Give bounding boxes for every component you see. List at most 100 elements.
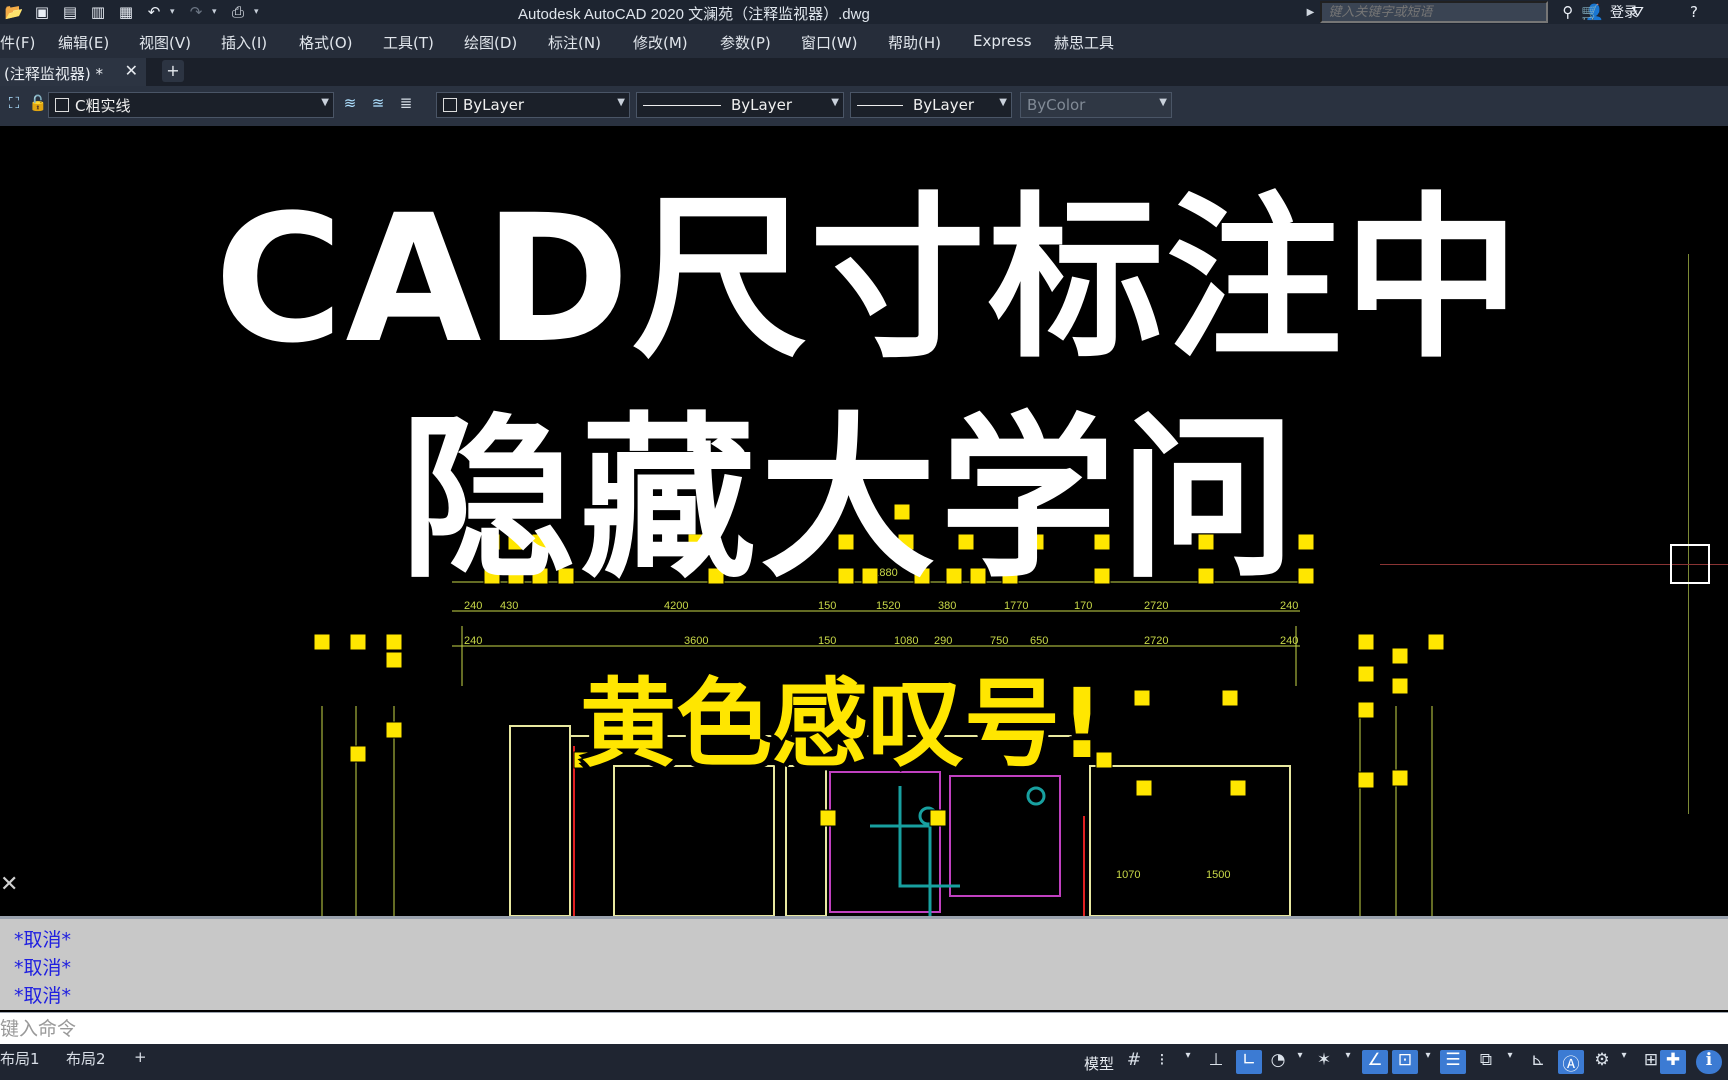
document-tab[interactable]: (注释监视器) * ✕ [0, 58, 146, 86]
command-history: *取消* *取消* *取消* [0, 916, 1728, 1010]
cursor-pickbox [1670, 544, 1710, 584]
layer-name: C粗实线 [75, 96, 131, 115]
ucs-icon[interactable]: ⊾ [1526, 1050, 1550, 1074]
svg-text:240: 240 [464, 635, 482, 647]
drawing-canvas[interactable]: 11880 240 430 4200 150 1520 380 1770 170… [0, 126, 1728, 916]
command-input[interactable] [0, 1016, 1728, 1042]
menu-insert[interactable]: 插入(I) [221, 32, 267, 53]
menu-dimension[interactable]: 标注(N) [548, 32, 601, 53]
color-value: ByLayer [463, 96, 524, 114]
menu-help[interactable]: 帮助(H) [888, 32, 941, 53]
object-snap-icon[interactable]: ⊡ [1392, 1050, 1418, 1074]
layers-properties-toolbar: ⛶ 🔓 C粗实线 ▼ ≋ ≊ ≣ ByLayer ▼ ByLayer ▼ ByL… [0, 86, 1728, 126]
chevron-down-icon: ▼ [1159, 97, 1167, 108]
clean-screen-icon[interactable]: ✚ [1660, 1050, 1686, 1074]
linetype-preview [643, 104, 721, 106]
menu-tools[interactable]: 工具(T) [383, 32, 434, 53]
plotstyle-dropdown: ByColor ▼ [1020, 92, 1172, 118]
info-icon[interactable]: ℹ [1696, 1050, 1722, 1074]
open-icon[interactable]: 📂 [2, 1, 26, 23]
layer-state-icon[interactable]: ⛶ [2, 94, 26, 118]
menu-window[interactable]: 窗口(W) [801, 32, 858, 53]
chevron-down-icon: ▼ [999, 97, 1007, 108]
layout-tab-2[interactable]: 布局2 [66, 1048, 106, 1069]
title-bar: 📂 ▣ ▤ ▥ ▦ ↶ ▾ ↷ ▾ ⎙ ▾ Autodesk AutoCAD 2… [0, 0, 1728, 24]
chevron-down-icon[interactable]: ▾ [1342, 1050, 1354, 1074]
close-icon[interactable]: ✕ [125, 61, 138, 80]
layer-match-icon[interactable]: ≊ [366, 94, 390, 118]
grid-icon[interactable]: # [1122, 1050, 1146, 1074]
svg-text:1500: 1500 [1206, 869, 1230, 881]
document-tab-bar: (注释监视器) * ✕ + [0, 58, 1728, 86]
title-right-tools: ▶ ⚲ 👤 登录 🛒 ⛛ ? [1307, 0, 1728, 24]
color-swatch [443, 98, 457, 112]
crosshair-vertical [1688, 254, 1689, 814]
chevron-down-icon: ▼ [321, 97, 329, 108]
overlay-title-line-2: 隐藏大学问 [399, 397, 1300, 602]
chevron-down-icon[interactable]: ▾ [1504, 1050, 1516, 1074]
command-history-line: *取消* [14, 957, 72, 979]
redo-icon[interactable]: ↷ [184, 1, 208, 23]
overlay-title-line-1: CAD尺寸标注中 [214, 177, 1522, 382]
gear-icon[interactable]: ⚙ [1590, 1050, 1614, 1074]
linetype-value: ByLayer [731, 96, 792, 114]
new-tab-button[interactable]: + [162, 60, 184, 82]
menu-format[interactable]: 格式(O) [299, 32, 353, 53]
menu-draw[interactable]: 绘图(D) [464, 32, 517, 53]
plotstyle-value: ByColor [1027, 96, 1086, 114]
layer-color-swatch [55, 98, 69, 112]
undo-icon[interactable]: ↶ [142, 1, 166, 23]
chevron-down-icon[interactable]: ▾ [1618, 1050, 1630, 1074]
layer-previous-icon[interactable]: ≣ [394, 94, 418, 118]
menu-express[interactable]: Express [973, 32, 1032, 50]
object-snap-tracking-icon[interactable]: ∠ [1362, 1050, 1388, 1074]
publish-icon[interactable]: ▦ [114, 1, 138, 23]
binoculars-icon[interactable]: ⚲ [1562, 3, 1573, 21]
transparency-icon[interactable]: ⧉ [1474, 1050, 1498, 1074]
menu-hesi-tools[interactable]: 赫思工具 [1054, 32, 1114, 53]
search-input[interactable] [1320, 1, 1549, 23]
chevron-down-icon[interactable]: ▾ [1294, 1050, 1306, 1074]
lock-icon[interactable]: 🔓 [26, 94, 50, 118]
menu-modify[interactable]: 修改(M) [633, 32, 688, 53]
a360-icon[interactable]: ⛛ [1631, 3, 1644, 21]
svg-text:2720: 2720 [1144, 635, 1168, 647]
lineweight-value: ByLayer [913, 96, 974, 114]
menu-parametric[interactable]: 参数(P) [720, 32, 771, 53]
add-layout-button[interactable]: + [134, 1048, 147, 1066]
saveas-icon[interactable]: ▤ [58, 1, 82, 23]
help-icon[interactable]: ? [1690, 3, 1698, 21]
document-tab-label: (注释监视器) * [4, 65, 103, 83]
close-command-line-icon[interactable]: ✕ [0, 872, 18, 897]
polar-tracking-icon[interactable]: ◔ [1266, 1050, 1290, 1074]
model-space-toggle[interactable]: 模型 [1084, 1053, 1114, 1074]
quick-access-toolbar: 📂 ▣ ▤ ▥ ▦ ↶ ▾ ↷ ▾ ⎙ ▾ [0, 1, 264, 23]
layout-tab-1[interactable]: 布局1 [0, 1048, 40, 1069]
chevron-down-icon[interactable]: ▾ [1422, 1050, 1434, 1074]
linetype-dropdown[interactable]: ByLayer ▼ [636, 92, 844, 118]
undo-dropdown-icon[interactable]: ▾ [170, 7, 180, 17]
lineweight-preview [857, 104, 903, 106]
layer-dropdown[interactable]: C粗实线 ▼ [48, 92, 334, 118]
menu-file[interactable]: 件(F) [0, 32, 35, 53]
make-current-layer-icon[interactable]: ≋ [338, 94, 362, 118]
plot-preview-icon[interactable]: ▥ [86, 1, 110, 23]
save-icon[interactable]: ▣ [30, 1, 54, 23]
expand-arrow-icon[interactable]: ▶ [1307, 7, 1315, 18]
ortho-icon[interactable]: ∟ [1236, 1050, 1262, 1074]
snap-icon[interactable]: ⁝ [1150, 1050, 1174, 1074]
menu-view[interactable]: 视图(V) [139, 32, 191, 53]
customize-dropdown-icon[interactable]: ▾ [254, 7, 264, 17]
print-icon[interactable]: ⎙ [226, 1, 250, 23]
color-dropdown[interactable]: ByLayer ▼ [436, 92, 630, 118]
lineweight-icon[interactable]: ☰ [1440, 1050, 1466, 1074]
svg-text:1070: 1070 [1116, 869, 1140, 881]
menu-edit[interactable]: 编辑(E) [58, 32, 109, 53]
infer-constraints-icon[interactable]: ⊥ [1204, 1050, 1228, 1074]
chevron-down-icon[interactable]: ▾ [1182, 1050, 1194, 1074]
isodraft-icon[interactable]: ✶ [1312, 1050, 1336, 1074]
redo-dropdown-icon[interactable]: ▾ [212, 7, 222, 17]
annotation-visibility-icon[interactable]: Ⓐ [1558, 1050, 1584, 1075]
lineweight-dropdown[interactable]: ByLayer ▼ [850, 92, 1012, 118]
cart-icon[interactable]: 🛒 [1581, 3, 1600, 21]
